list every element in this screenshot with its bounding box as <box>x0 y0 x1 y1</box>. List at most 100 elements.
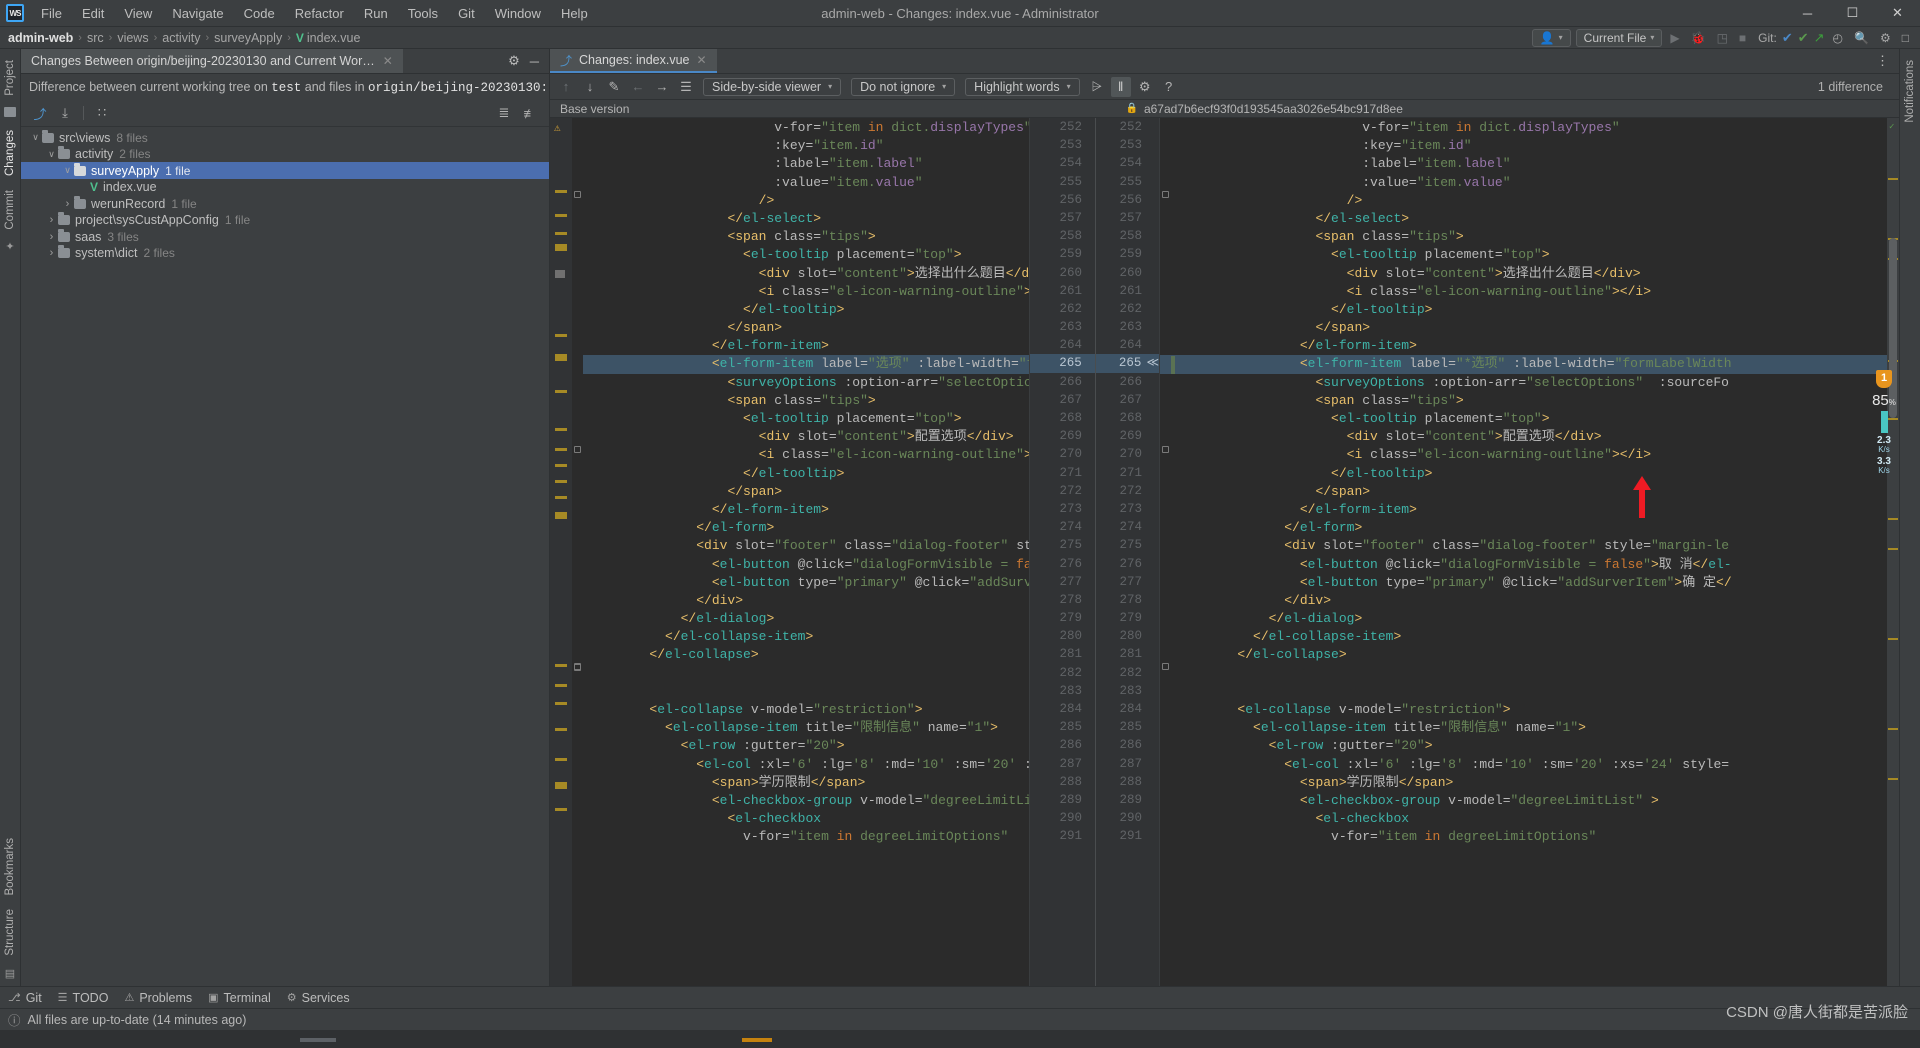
left-fold-column[interactable] <box>572 118 583 986</box>
tree-row[interactable]: ∨ surveyApply 1 file <box>21 162 549 179</box>
code-fold-marker[interactable] <box>574 191 581 198</box>
menu-git[interactable]: Git <box>449 3 484 24</box>
editor-tab-changes-indexvue[interactable]: ⤴ Changes: index.vue ✕ <box>550 49 717 73</box>
sidebar-tab-structure[interactable]: Structure <box>2 902 18 963</box>
more-options-icon[interactable]: ⋮ <box>1876 53 1889 69</box>
sidebar-tab-project[interactable]: Project <box>2 53 18 103</box>
menu-code[interactable]: Code <box>235 3 284 24</box>
breadcrumb-item-src[interactable]: src <box>87 31 104 45</box>
next-difference-icon[interactable]: ↓ <box>580 77 600 97</box>
code-fold-marker[interactable] <box>574 664 581 671</box>
align-panes-icon[interactable]: ‖ <box>1110 76 1131 97</box>
tree-row[interactable]: › werunRecord 1 file <box>21 195 549 212</box>
tool-button-problems[interactable]: ⚠ Problems <box>124 991 192 1005</box>
tree-row[interactable]: › system\dict 2 files <box>21 245 549 262</box>
sidebar-tab-commit[interactable]: Commit <box>2 183 18 237</box>
download-icon[interactable]: ⤓ <box>54 102 76 124</box>
right-code-content[interactable]: v-for="item in dict.displayTypes" :key="… <box>1160 118 1887 847</box>
close-icon[interactable]: ✕ <box>697 53 707 67</box>
chevron-right-icon[interactable]: › <box>45 214 58 226</box>
tree-row[interactable]: ∨ activity 2 files <box>21 146 549 163</box>
menu-window[interactable]: Window <box>486 3 550 24</box>
menu-file[interactable]: File <box>32 3 71 24</box>
breadcrumb-item-project[interactable]: admin-web <box>8 31 73 45</box>
profile-selector[interactable]: 👤 ▾ <box>1531 28 1571 47</box>
window-controls[interactable]: ─ ☐ ✕ <box>1785 0 1920 27</box>
search-icon[interactable]: 🔍 <box>1851 30 1872 46</box>
code-fold-marker[interactable] <box>574 446 581 453</box>
breadcrumb-item-surveyapply[interactable]: surveyApply <box>214 31 282 45</box>
show-diff-icon[interactable]: ⤴ <box>29 102 51 124</box>
tool-button-terminal[interactable]: ▣ Terminal <box>208 991 271 1005</box>
close-icon[interactable]: ✕ <box>383 54 393 68</box>
help-icon[interactable]: ? <box>1159 77 1179 97</box>
chevron-down-icon[interactable]: ∨ <box>61 165 74 176</box>
debug-icon[interactable]: 🐞 <box>1688 30 1709 46</box>
code-fold-marker[interactable] <box>1162 191 1169 198</box>
breadcrumb-item-views[interactable]: views <box>117 31 148 45</box>
tool-button-git[interactable]: ⎇ Git <box>8 991 42 1005</box>
previous-difference-icon[interactable]: ↑ <box>556 77 576 97</box>
history-icon[interactable]: ◴ <box>1830 30 1846 46</box>
chevron-down-icon[interactable]: ∨ <box>29 132 42 143</box>
git-update-icon[interactable]: ✔ <box>1782 30 1793 46</box>
changes-panel-tab[interactable]: Changes Between origin/beijing-20230130 … <box>21 49 403 73</box>
menu-run[interactable]: Run <box>355 3 397 24</box>
taskbar-item-active[interactable] <box>742 1038 772 1042</box>
collapse-all-icon[interactable]: ≢ <box>519 102 541 124</box>
gear-icon[interactable]: ⚙ <box>1877 30 1894 46</box>
edit-source-icon[interactable]: ✎ <box>604 77 624 97</box>
chevron-right-icon[interactable]: › <box>45 247 58 259</box>
collapse-unchanged-icon[interactable]: ⩥ <box>1087 77 1107 97</box>
group-by-icon[interactable]: ∷ <box>91 102 113 124</box>
notifications-icon[interactable]: □ <box>1899 30 1912 46</box>
line-options-icon[interactable]: ☰ <box>676 77 696 97</box>
whitespace-dropdown[interactable]: Do not ignore ▾ <box>851 77 956 96</box>
hide-panel-icon[interactable]: ─ <box>530 54 539 69</box>
sidebar-tab-notifications[interactable]: Notifications <box>1902 53 1918 130</box>
menu-refactor[interactable]: Refactor <box>286 3 353 24</box>
minimize-button[interactable]: ─ <box>1785 0 1830 27</box>
gear-icon[interactable]: ⚙ <box>508 53 520 69</box>
tool-button-services[interactable]: ⚙ Services <box>287 991 350 1005</box>
tree-row[interactable]: Vindex.vue <box>21 179 549 196</box>
left-code-content[interactable]: v-for="item in dict.displayTypes" :key="… <box>583 118 1029 847</box>
expand-all-icon[interactable]: ≣ <box>493 102 515 124</box>
maximize-button[interactable]: ☐ <box>1830 0 1875 27</box>
code-fold-marker[interactable] <box>1162 446 1169 453</box>
git-commit-icon[interactable]: ✔ <box>1798 30 1809 46</box>
diff-scroll-rail[interactable]: ✓ <box>1887 118 1899 986</box>
highlight-mode-dropdown[interactable]: Highlight words ▾ <box>965 77 1080 96</box>
chevron-right-icon[interactable]: › <box>45 231 58 243</box>
menu-view[interactable]: View <box>115 3 161 24</box>
menu-help[interactable]: Help <box>552 3 597 24</box>
main-menu[interactable]: File Edit View Navigate Code Refactor Ru… <box>32 3 597 24</box>
tree-row[interactable]: ∨ src\views 8 files <box>21 129 549 146</box>
apply-change-icon[interactable]: ≪ <box>1146 354 1159 372</box>
breadcrumb-item-activity[interactable]: activity <box>162 31 200 45</box>
gear-icon[interactable]: ⚙ <box>1135 77 1155 97</box>
coverage-icon[interactable]: ◳ <box>1714 30 1731 46</box>
taskbar-item[interactable] <box>300 1038 336 1042</box>
chevron-right-icon[interactable]: › <box>61 198 74 210</box>
sidebar-tab-changes[interactable]: Changes <box>2 123 18 183</box>
right-fold-column[interactable] <box>1160 118 1171 986</box>
code-fold-marker[interactable] <box>1162 663 1169 670</box>
tree-row[interactable]: › project\sysCustAppConfig 1 file <box>21 212 549 229</box>
menu-tools[interactable]: Tools <box>399 3 447 24</box>
apply-left-icon[interactable]: ← <box>628 77 648 97</box>
chevron-down-icon[interactable]: ∨ <box>45 149 58 160</box>
run-configuration-selector[interactable]: Current File ▾ <box>1575 28 1663 47</box>
run-icon[interactable]: ▶ <box>1667 30 1682 46</box>
breadcrumb-item-file[interactable]: index.vue <box>307 31 361 45</box>
menu-navigate[interactable]: Navigate <box>163 3 232 24</box>
right-code-pane[interactable]: v-for="item in dict.displayTypes" :key="… <box>1160 118 1887 986</box>
tool-button-todo[interactable]: ☰ TODO <box>58 991 109 1005</box>
sidebar-tab-bookmarks[interactable]: Bookmarks <box>2 831 18 903</box>
menu-edit[interactable]: Edit <box>73 3 113 24</box>
tree-row[interactable]: › saas 3 files <box>21 228 549 245</box>
close-button[interactable]: ✕ <box>1875 0 1920 27</box>
left-code-pane[interactable]: v-for="item in dict.displayTypes" :key="… <box>583 118 1029 986</box>
stop-icon[interactable]: ■ <box>1736 30 1749 46</box>
git-push-icon[interactable]: ↗ <box>1814 30 1825 46</box>
